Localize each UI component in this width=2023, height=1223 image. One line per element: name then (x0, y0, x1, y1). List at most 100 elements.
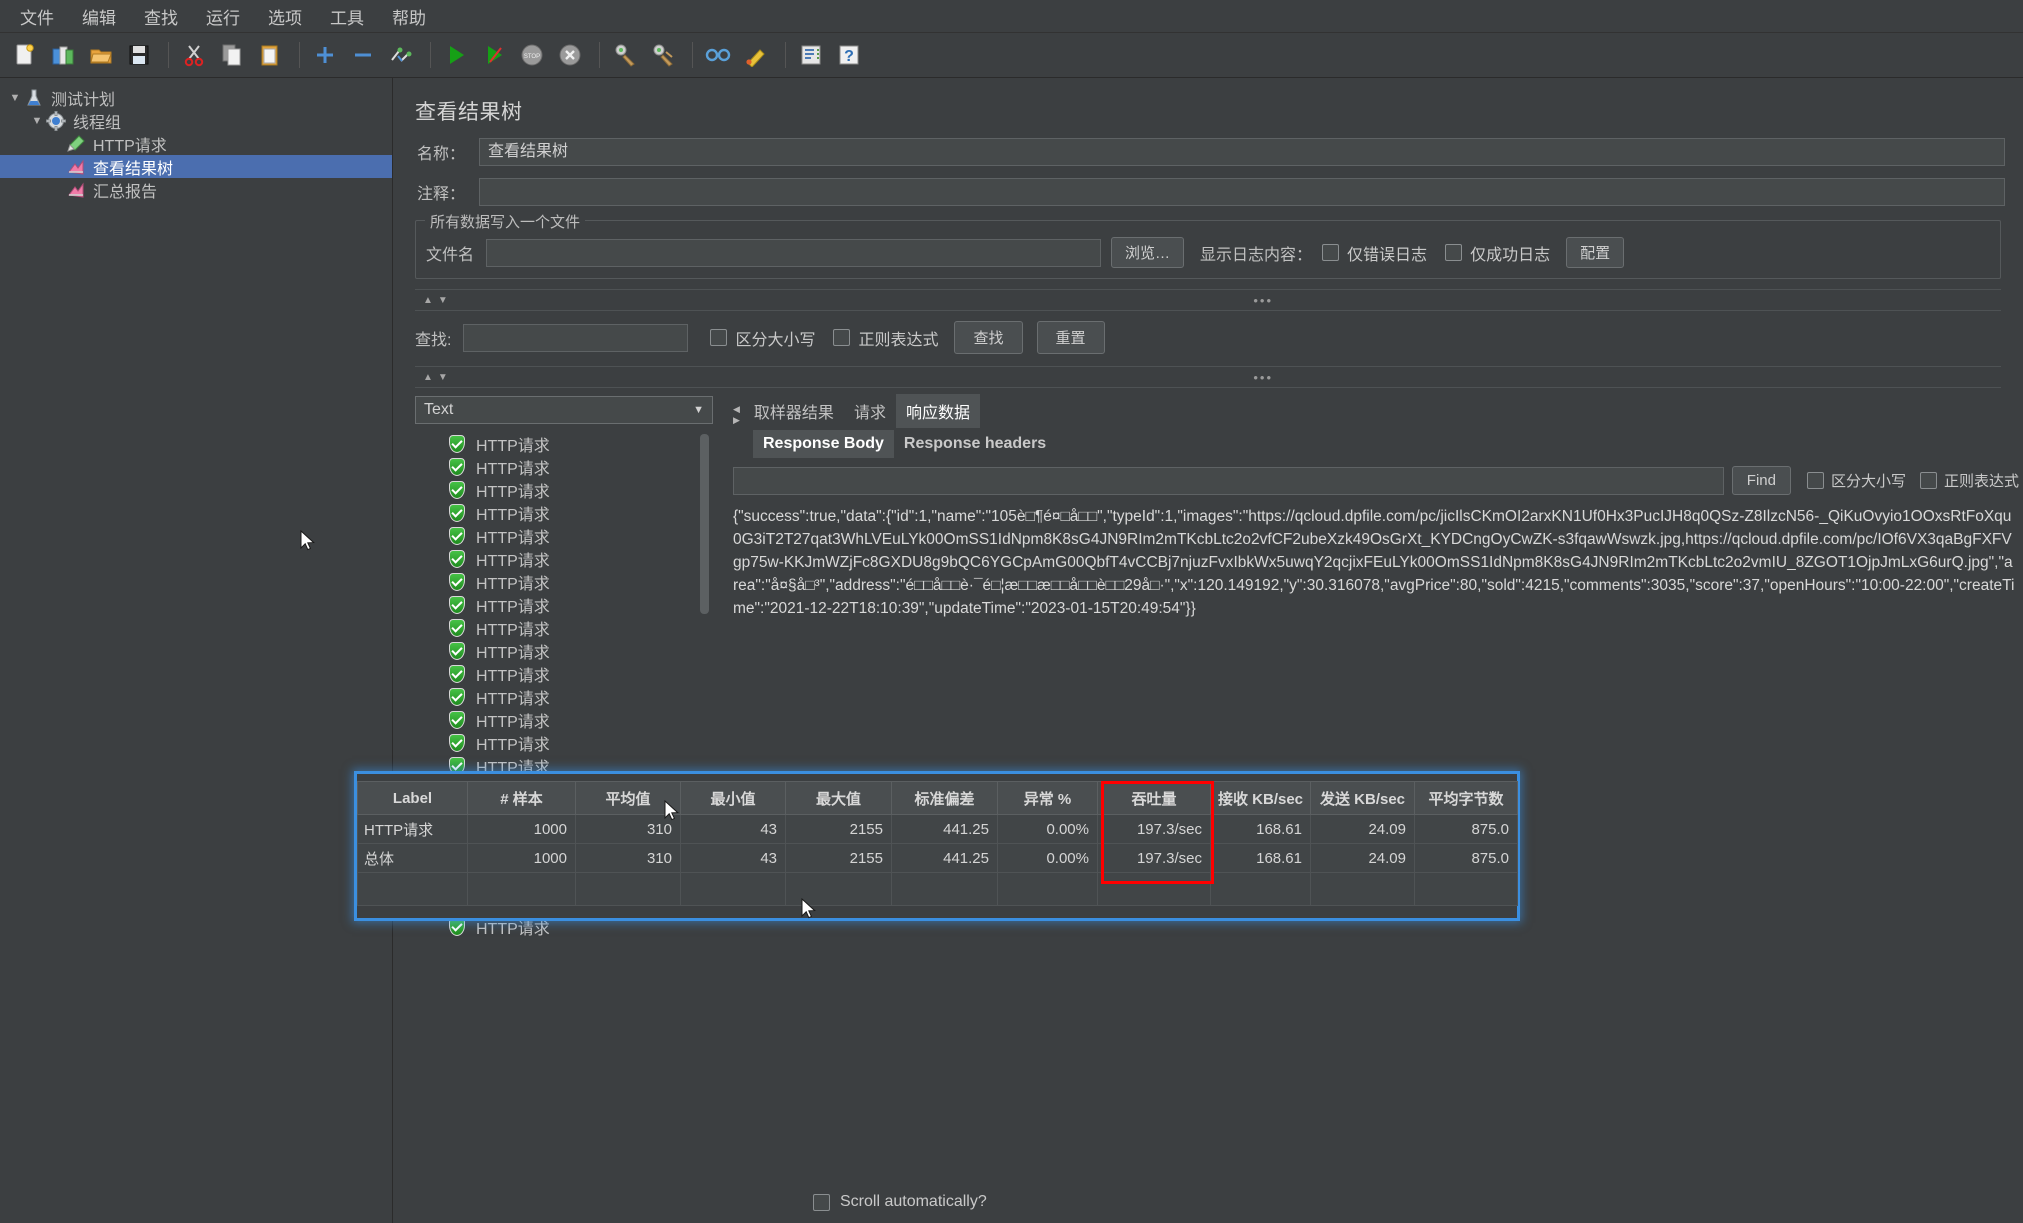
search-case-sensitive-checkbox[interactable] (710, 329, 728, 346)
find-button[interactable]: Find (1731, 466, 1791, 495)
summary-table-header-cell[interactable]: 最小值 (680, 781, 786, 815)
result-list-item[interactable]: HTTP请求 (415, 662, 713, 685)
successes-only-checkbox[interactable] (1445, 244, 1463, 261)
render-format-combo[interactable]: Text ▼ (415, 396, 713, 424)
tab-scroll-right-icon[interactable]: ▶ (733, 416, 740, 425)
tree-node-test-plan[interactable]: ▼ 测试计划 (0, 86, 392, 109)
chevron-down-icon[interactable]: ▼ (28, 115, 46, 127)
menu-edit[interactable]: 编辑 (68, 0, 130, 33)
tree-node-summary-report[interactable]: 汇总报告 (0, 178, 392, 201)
find-input[interactable] (733, 466, 1724, 495)
save-icon[interactable] (122, 38, 156, 72)
summary-table-header-cell[interactable]: 异常 % (997, 781, 1098, 815)
copy-icon[interactable] (215, 38, 249, 72)
search-reset-button[interactable]: 重置 (1036, 321, 1105, 354)
search-input[interactable] (463, 323, 689, 352)
result-list-item[interactable]: HTTP请求 (415, 639, 713, 662)
browse-button[interactable]: 浏览… (1111, 237, 1185, 268)
results-collapse-bar[interactable]: ▲▼ ••• (415, 366, 2001, 388)
stop-icon[interactable]: STOP (515, 38, 549, 72)
cut-icon[interactable] (177, 38, 211, 72)
subtab-response-headers[interactable]: Response headers (894, 430, 1056, 458)
summary-table[interactable]: Label # 样本 平均值 最小值 最大值 标准偏差 异常 % 吞吐量 接收 KB/sec 发送… (357, 781, 1518, 906)
summary-report-overlay[interactable]: Label # 样本 平均值 最小值 最大值 标准偏差 异常 % 吞吐量 接收 KB/sec 发送… (354, 771, 1520, 921)
results-scrollbar[interactable] (700, 434, 709, 614)
help-icon[interactable]: ? (832, 38, 866, 72)
result-list-item[interactable]: HTTP请求 (415, 432, 713, 455)
scroll-automatically-checkbox[interactable] (813, 1193, 830, 1211)
collapse-arrows-icon[interactable]: ▲▼ (423, 295, 453, 306)
collapse-arrows-icon-2[interactable]: ▲▼ (423, 372, 453, 383)
result-list-item[interactable]: HTTP请求 (415, 731, 713, 754)
tab-request[interactable]: 请求 (844, 394, 896, 428)
summary-table-header-cell[interactable]: 接收 KB/sec (1210, 781, 1311, 815)
summary-table-row[interactable]: HTTP请求 1000 310 43 2155 441.25 0.00% 197.3/sec 1… (357, 814, 1518, 844)
paste-icon[interactable] (253, 38, 287, 72)
summary-table-header-cell[interactable]: 平均字节数 (1414, 781, 1518, 815)
result-list-item[interactable]: HTTP请求 (415, 478, 713, 501)
tree-node-view-results-tree[interactable]: 查看结果树 (0, 155, 392, 178)
view-results-tree-panel: 查看结果树 名称： 注释： 所有数据写入一个文件 文件名 浏览… 显示日志内容：… (393, 78, 2023, 1223)
result-list-item[interactable]: HTTP请求 (415, 501, 713, 524)
search-reset-icon[interactable] (739, 38, 773, 72)
tab-scroll-arrows[interactable]: ◀ ▶ (733, 405, 740, 428)
drag-dots-icon[interactable]: ••• (1253, 293, 1273, 308)
errors-only-checkbox[interactable] (1322, 244, 1340, 261)
start-icon[interactable] (439, 38, 473, 72)
collapse-icon[interactable] (346, 38, 380, 72)
name-input[interactable] (479, 138, 2005, 166)
toggle-icon[interactable] (384, 38, 418, 72)
search-icon[interactable] (701, 38, 735, 72)
shutdown-icon[interactable] (553, 38, 587, 72)
summary-table-header-cell[interactable]: Label (357, 781, 468, 815)
menu-options[interactable]: 选项 (254, 0, 316, 33)
tree-node-http-request[interactable]: HTTP请求 (0, 132, 392, 155)
result-list-item[interactable]: HTTP请求 (415, 570, 713, 593)
start-no-pause-icon[interactable] (477, 38, 511, 72)
result-list-item[interactable]: HTTP请求 (415, 547, 713, 570)
search-collapse-bar[interactable]: ▲▼ ••• (415, 289, 2001, 311)
summary-table-header-cell[interactable]: 标准偏差 (891, 781, 998, 815)
summary-table-header-cell[interactable]: # 样本 (467, 781, 576, 815)
filename-input[interactable] (486, 238, 1102, 267)
result-list-item[interactable]: HTTP请求 (415, 685, 713, 708)
menu-search[interactable]: 查找 (130, 0, 192, 33)
tab-response-data[interactable]: 响应数据 (895, 394, 980, 428)
comment-input[interactable] (479, 178, 2005, 206)
search-button[interactable]: 查找 (954, 321, 1023, 354)
open-icon[interactable] (84, 38, 118, 72)
tab-sampler-result[interactable]: 取样器结果 (744, 394, 844, 428)
new-icon[interactable] (8, 38, 42, 72)
menu-run[interactable]: 运行 (192, 0, 254, 33)
summary-table-header-cell[interactable]: 发送 KB/sec (1310, 781, 1415, 815)
menu-tools[interactable]: 工具 (316, 0, 378, 33)
expand-icon[interactable] (308, 38, 342, 72)
summary-table-header-cell[interactable]: 最大值 (785, 781, 892, 815)
result-list-item[interactable]: HTTP请求 (415, 524, 713, 547)
clear-icon[interactable] (608, 38, 642, 72)
clear-all-icon[interactable] (646, 38, 680, 72)
configure-button[interactable]: 配置 (1566, 237, 1625, 268)
drag-dots-icon-2[interactable]: ••• (1253, 370, 1273, 385)
templates-icon[interactable] (46, 38, 80, 72)
tab-scroll-left-icon[interactable]: ◀ (733, 405, 740, 414)
menu-help[interactable]: 帮助 (378, 0, 440, 33)
search-regex-checkbox[interactable] (833, 329, 851, 346)
find-case-sensitive-checkbox[interactable] (1806, 472, 1824, 489)
tree-node-thread-group[interactable]: ▼ 线程组 (0, 109, 392, 132)
function-helper-icon[interactable] (794, 38, 828, 72)
test-plan-tree[interactable]: ▼ 测试计划 ▼ 线程组 HTTP请求 查看结果树 汇总报告 (0, 78, 393, 1223)
chevron-down-icon[interactable]: ▼ (6, 92, 24, 104)
summary-table-row[interactable]: 总体 1000 310 43 2155 441.25 0.00% 197.3/sec 168.6… (357, 843, 1518, 873)
chevron-down-icon[interactable]: ▼ (693, 404, 704, 416)
subtab-response-body[interactable]: Response Body (753, 430, 894, 458)
summary-table-header-cell[interactable]: 平均值 (575, 781, 681, 815)
result-list-item[interactable]: HTTP请求 (415, 708, 713, 731)
result-list-item[interactable]: HTTP请求 (415, 455, 713, 478)
find-regex-checkbox[interactable] (1919, 472, 1937, 489)
toolbar: STOP ? (0, 33, 2023, 78)
result-list-item[interactable]: HTTP请求 (415, 616, 713, 639)
result-list-item[interactable]: HTTP请求 (415, 593, 713, 616)
summary-table-header-cell[interactable]: 吞吐量 (1097, 781, 1211, 815)
menu-file[interactable]: 文件 (6, 0, 68, 33)
